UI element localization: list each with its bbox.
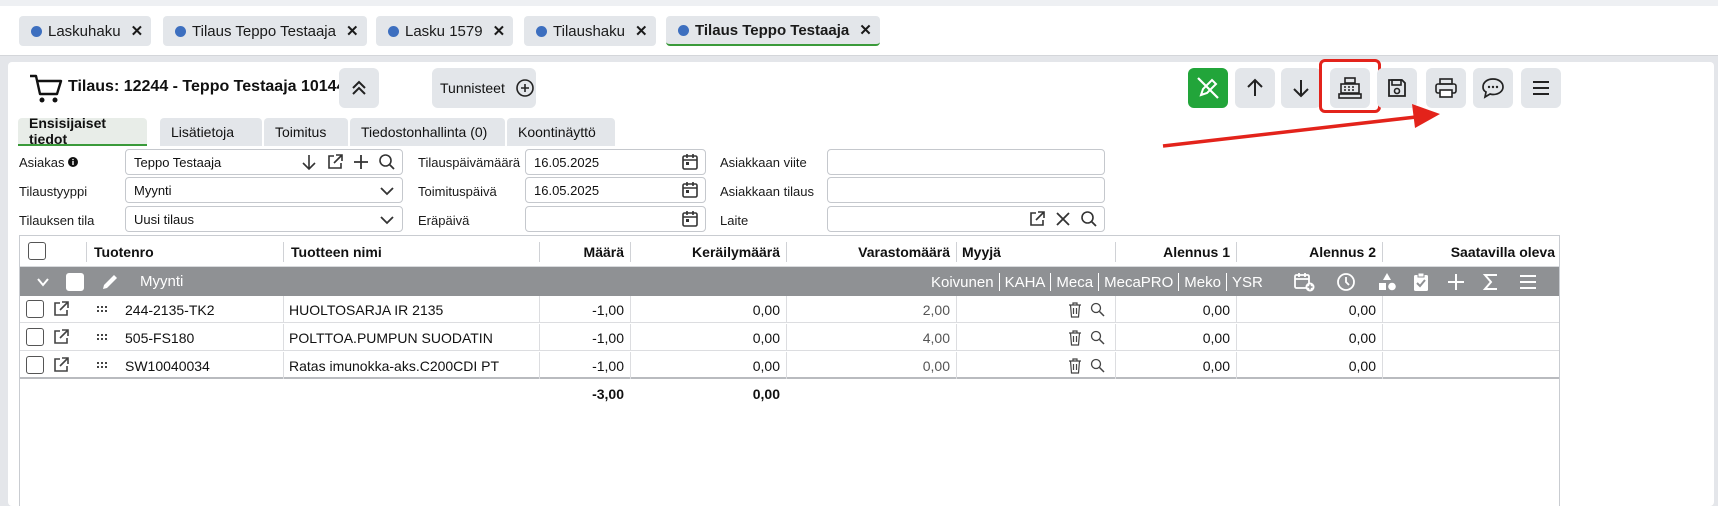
annotation-arrow (1162, 104, 1440, 148)
